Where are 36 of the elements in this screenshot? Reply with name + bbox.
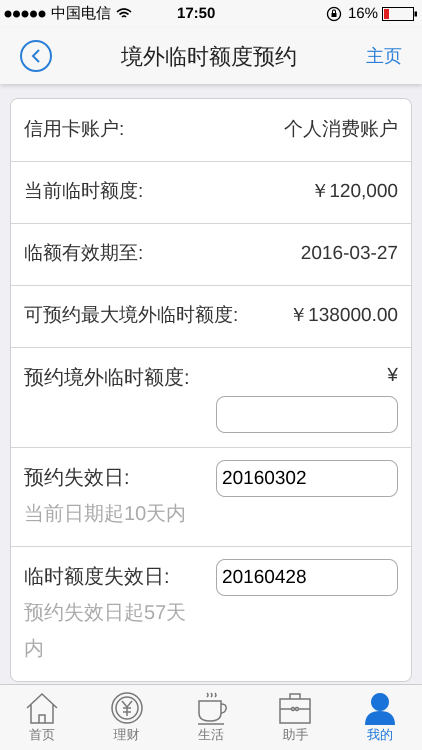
tab-item[interactable]: 助手 [253,685,338,750]
yuan-coin-icon [108,691,145,725]
time: 17:50 [177,4,216,24]
field-hint: 预约失效日起57天内 [24,601,188,662]
input-field[interactable] [216,396,398,433]
input-field[interactable]: 20160428 [216,559,398,596]
field-label: 预约境外临时额度: [24,366,190,391]
battery-icon [382,7,418,21]
home-link[interactable]: 主页 [366,42,402,70]
tab-item[interactable]: 理财 [84,685,169,750]
field-value: 个人消费账户 [284,118,398,142]
field-label: 当前临时额度: [24,180,144,204]
tab-item[interactable]: 我的 [338,685,422,750]
tab-item[interactable]: 生活 [168,685,254,750]
field-label: 预约失效日: [24,466,131,491]
battery-percent: 16% [348,4,378,24]
tab-item[interactable]: 首页 [0,685,84,750]
house-icon [24,691,60,725]
input-field[interactable]: 20160302 [216,460,398,497]
wifi-icon [116,8,132,20]
field-value: 2016-03-27 [300,242,398,266]
field-value: ￥120,000 [310,180,398,204]
field-hint: 当前日期起10天内 [24,502,188,527]
back-button[interactable] [20,40,52,72]
rotation-lock-icon [326,6,342,22]
chevron-left-icon [31,49,41,63]
page-title: 境外临时额度预约 [120,42,298,70]
field-label: 临时额度失效日: [24,565,171,590]
field-label: 可预约最大境外临时额度: [24,304,238,328]
field-value: ￥138000.00 [289,304,398,328]
currency-symbol: ¥ [387,364,398,388]
field-label: 临额有效期至: [24,242,144,266]
briefcase-icon [277,691,314,725]
carrier-name: 中国电信 [51,4,111,24]
field-label: 信用卡账户: [24,118,124,142]
signal-icon [4,10,48,18]
